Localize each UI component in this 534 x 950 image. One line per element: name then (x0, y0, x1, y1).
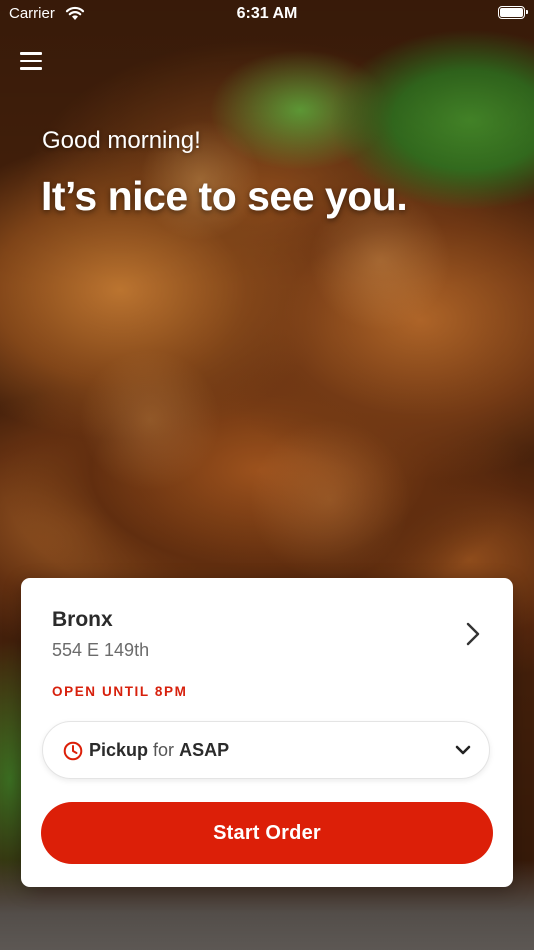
pickup-label: Pickup for ASAP (89, 740, 229, 761)
menu-line (20, 52, 42, 55)
status-bar: Carrier 6:31 AM (0, 0, 534, 28)
chevron-down-icon (455, 745, 471, 755)
hamburger-menu-icon[interactable] (20, 52, 42, 70)
store-name: Bronx (52, 608, 113, 631)
clock-time: 6:31 AM (236, 5, 298, 22)
menu-line (20, 67, 42, 70)
pickup-time-selector[interactable]: Pickup for ASAP (42, 721, 490, 779)
store-hours-badge: OPEN UNTIL 8PM (52, 684, 188, 699)
clock-icon (63, 741, 83, 761)
chevron-right-icon[interactable] (465, 622, 481, 646)
store-card: Bronx 554 E 149th OPEN UNTIL 8PM Pickup … (21, 578, 513, 887)
pickup-method: Pickup (89, 740, 149, 760)
menu-line (20, 59, 42, 62)
store-address: 554 E 149th (52, 640, 150, 660)
greeting-text: Good morning! (42, 127, 201, 154)
start-order-button[interactable]: Start Order (41, 802, 493, 864)
welcome-headline: It’s nice to see you. (41, 173, 408, 219)
pickup-time: ASAP (179, 740, 230, 760)
battery-icon (498, 6, 528, 19)
pickup-for: for (153, 740, 175, 760)
